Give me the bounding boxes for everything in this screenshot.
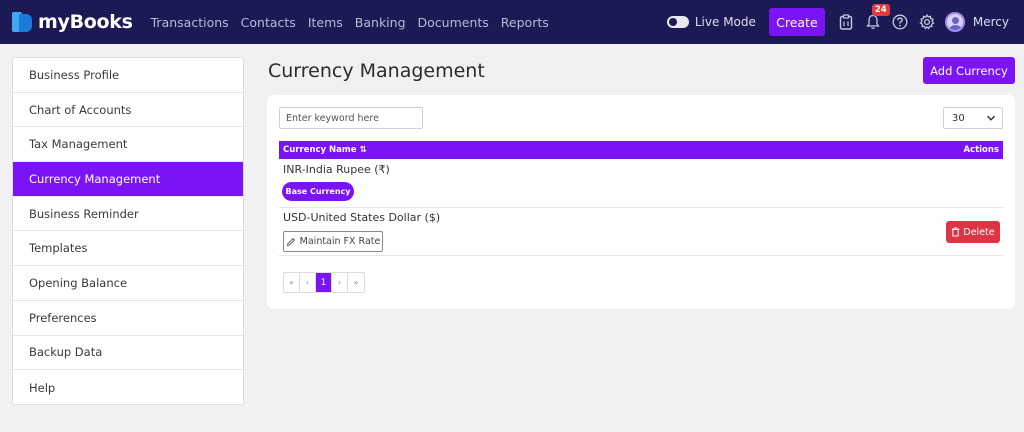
chevron-down-icon [986, 113, 996, 126]
sidebar-item-preferences[interactable]: Preferences [13, 301, 243, 336]
sidebar-item-business-reminder[interactable]: Business Reminder [13, 197, 243, 232]
sidebar-item-backup-data[interactable]: Backup Data [13, 336, 243, 371]
per-page-select[interactable]: 30 [943, 107, 1003, 129]
nav-reports[interactable]: Reports [501, 15, 549, 30]
notification-badge: 24 [871, 4, 890, 16]
currency-name: INR-India Rupee (₹) [283, 163, 390, 176]
table-row: INR-India Rupee (₹) Base Currency [279, 159, 1003, 208]
nav-banking[interactable]: Banking [355, 15, 406, 30]
logo-icon [12, 10, 34, 34]
app-logo[interactable]: myBooks [12, 10, 133, 34]
column-currency-name[interactable]: Currency Name ⇅ [283, 145, 367, 155]
currency-table-card: 30 Currency Name ⇅ Actions INR-India Rup… [267, 95, 1015, 309]
sidebar-item-tax-management[interactable]: Tax Management [13, 127, 243, 163]
sidebar-item-business-profile[interactable]: Business Profile [13, 58, 243, 93]
maintain-fx-rate-label: Maintain FX Rate [299, 236, 381, 247]
help-icon[interactable] [891, 13, 909, 31]
main-nav: Transactions Contacts Items Banking Docu… [151, 15, 561, 30]
base-currency-badge: Base Currency [282, 182, 354, 201]
nav-items[interactable]: Items [308, 15, 343, 30]
table-row: USD-United States Dollar ($) Maintain FX… [279, 208, 1003, 256]
pencil-icon [286, 237, 296, 247]
delete-label: Delete [963, 226, 995, 238]
maintain-fx-rate-button[interactable]: Maintain FX Rate [283, 231, 383, 252]
settings-sidebar: Business Profile Chart of Accounts Tax M… [12, 57, 244, 405]
live-mode-label: Live Mode [694, 15, 756, 29]
page-last[interactable]: » [348, 273, 364, 292]
app-name: myBooks [38, 11, 133, 33]
delete-button[interactable]: Delete [946, 221, 1000, 243]
per-page-value: 30 [952, 112, 965, 124]
gear-icon[interactable] [918, 13, 936, 31]
sidebar-item-opening-balance[interactable]: Opening Balance [13, 266, 243, 301]
create-button[interactable]: Create [768, 8, 825, 36]
nav-contacts[interactable]: Contacts [241, 15, 296, 30]
page-title: Currency Management [268, 60, 485, 82]
user-avatar[interactable] [944, 12, 965, 32]
sidebar-item-help[interactable]: Help [13, 370, 243, 405]
sidebar-item-currency-management[interactable]: Currency Management [13, 162, 243, 197]
sidebar-item-templates[interactable]: Templates [13, 231, 243, 267]
currency-name: USD-United States Dollar ($) [283, 211, 441, 224]
column-actions: Actions [963, 145, 999, 155]
page-prev[interactable]: ‹ [300, 273, 316, 292]
live-mode-toggle[interactable] [666, 16, 689, 28]
search-input[interactable] [279, 107, 423, 129]
page-next[interactable]: › [332, 273, 348, 292]
page-current[interactable]: 1 [316, 273, 332, 292]
nav-transactions[interactable]: Transactions [151, 15, 229, 30]
bell-icon[interactable]: 24 [864, 4, 890, 31]
top-navbar: myBooks Transactions Contacts Items Bank… [0, 0, 1024, 44]
trash-icon [951, 227, 960, 237]
page-first[interactable]: « [284, 273, 300, 292]
sidebar-item-chart-of-accounts[interactable]: Chart of Accounts [13, 93, 243, 128]
table-header: Currency Name ⇅ Actions [279, 141, 1003, 159]
pagination: « ‹ 1 › » [283, 272, 365, 293]
user-name[interactable]: Mercy [973, 15, 1009, 29]
clipboard-icon[interactable] [837, 13, 855, 31]
add-currency-button[interactable]: Add Currency [923, 57, 1015, 84]
top-right-controls: Live Mode Create 24 Mercy [666, 0, 1024, 44]
nav-documents[interactable]: Documents [418, 15, 489, 30]
